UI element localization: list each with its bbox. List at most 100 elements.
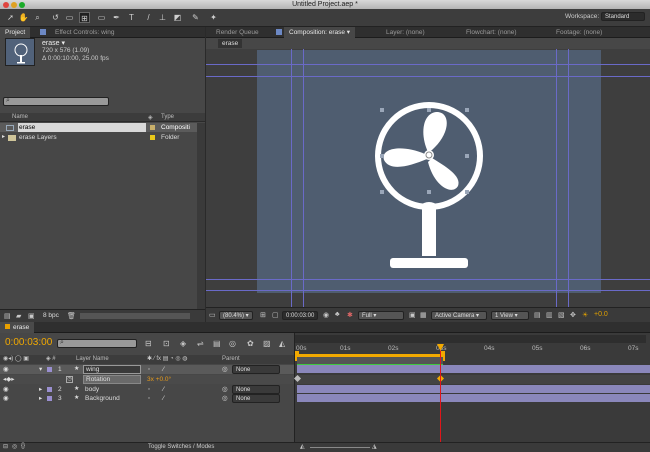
rectangle-tool-icon[interactable]: ▭ <box>96 12 107 23</box>
tab-timeline[interactable]: erase <box>0 322 35 333</box>
pen-tool-icon[interactable]: ✒ <box>111 12 122 23</box>
interpret-footage-icon[interactable]: ▤ <box>4 312 11 320</box>
timeline-icon[interactable]: ▧ <box>558 311 565 319</box>
timeline-current-time[interactable]: 0:00:03:00 <box>5 337 52 348</box>
quality-switch-icon[interactable]: ⁄ <box>163 365 164 374</box>
workspace-select[interactable]: Standard <box>601 12 645 21</box>
shy-switch-icon[interactable]: ◦ <box>148 394 150 403</box>
layer-switches-pane-icon[interactable]: ⊟ <box>3 443 8 450</box>
tab-footage[interactable]: Footage: (none) <box>551 27 607 38</box>
region-of-interest-icon[interactable]: ▣ <box>409 311 416 319</box>
bit-depth-button[interactable]: 8 bpc <box>43 312 59 319</box>
guide-line[interactable] <box>206 76 650 77</box>
fan-artwork[interactable] <box>370 100 490 270</box>
parent-header[interactable]: Parent <box>222 356 240 362</box>
pick-whip-icon[interactable]: ◎ <box>222 394 228 403</box>
pick-whip-icon[interactable]: ◎ <box>222 385 228 394</box>
channels-icon[interactable]: ✱ <box>347 311 353 319</box>
guide-line[interactable] <box>206 279 650 280</box>
tab-flowchart[interactable]: Flowchart: (none) <box>461 27 522 38</box>
always-preview-icon[interactable]: ▭ <box>209 311 216 319</box>
expand-arrow-icon[interactable]: ▸ <box>2 133 5 142</box>
guide-line[interactable] <box>291 49 292 307</box>
toggle-switches-modes-button[interactable]: Toggle Switches / Modes <box>148 444 214 450</box>
live-update-icon[interactable]: ⊡ <box>163 339 170 348</box>
camera-select[interactable]: Active Camera ▾ <box>431 311 487 320</box>
tab-project[interactable]: Project <box>0 27 31 38</box>
snapshot-icon[interactable]: ◉ <box>323 311 329 319</box>
hand-tool-icon[interactable]: ✋ <box>18 12 29 23</box>
av-features-icon[interactable]: ◉◂) ◯ ▣ <box>3 355 29 362</box>
selection-tool-icon[interactable]: ➚ <box>5 12 16 23</box>
label-column-icon[interactable]: ◈ <box>148 114 153 121</box>
close-window-icon[interactable] <box>3 2 9 8</box>
label-column-icon[interactable]: ◈ # <box>46 355 56 362</box>
grid-guides-icon[interactable]: ⊞ <box>260 311 266 319</box>
quality-switch-icon[interactable]: ⁄ <box>163 394 164 403</box>
project-search-input[interactable]: ⌕ <box>3 97 109 106</box>
rotation-value[interactable]: 3x +0.0° <box>147 375 171 384</box>
project-scrollbar[interactable] <box>197 123 205 309</box>
hide-shy-layers-icon[interactable]: ⇌ <box>197 339 204 348</box>
zoom-out-icon[interactable]: ◭ <box>300 443 305 450</box>
parent-select[interactable]: None <box>232 365 280 374</box>
project-item-name[interactable]: erase ▾ <box>42 39 65 47</box>
new-composition-icon[interactable]: ▣ <box>28 312 35 320</box>
zoom-window-icon[interactable] <box>19 2 25 8</box>
guide-line[interactable] <box>303 49 304 307</box>
time-zoom-slider[interactable] <box>310 447 370 448</box>
project-row-folder[interactable]: ▸ erase Layers Folder <box>0 133 197 142</box>
project-row-composition[interactable]: erase Compositi <box>0 123 197 132</box>
label-color-swatch[interactable] <box>47 396 52 401</box>
clone-stamp-tool-icon[interactable]: ⊥ <box>157 12 168 23</box>
auto-keyframe-icon[interactable]: ◭ <box>279 339 285 348</box>
guide-line[interactable] <box>568 49 569 307</box>
zoom-select[interactable]: (80.4%) ▾ <box>219 311 253 320</box>
column-name-header[interactable]: Name <box>12 114 28 120</box>
minimize-window-icon[interactable] <box>11 2 17 8</box>
viewer-timecode[interactable]: 0:00:03:00 <box>282 311 319 320</box>
roto-brush-tool-icon[interactable]: ✎ <box>190 12 201 23</box>
layer-name-header[interactable]: Layer Name <box>76 356 109 362</box>
show-snapshot-icon[interactable]: ♣ <box>335 311 340 318</box>
camera-tool-icon[interactable]: ▭ <box>64 12 75 23</box>
layer-row-background[interactable]: ◉ ▸ 3 ★ Background ◦ ⁄ ◎ None <box>0 394 294 403</box>
parent-select[interactable]: None <box>232 394 280 403</box>
mask-visibility-icon[interactable]: ▢ <box>272 311 279 319</box>
playhead-line[interactable] <box>440 345 441 442</box>
transparency-grid-icon[interactable]: ▦ <box>420 311 427 319</box>
zoom-tool-icon[interactable]: ⌕ <box>32 12 43 23</box>
new-folder-icon[interactable]: ▰ <box>16 312 21 320</box>
frame-blending-icon[interactable]: ▤ <box>213 339 221 348</box>
pick-whip-icon[interactable]: ◎ <box>222 365 228 374</box>
puppet-pin-tool-icon[interactable]: ✦ <box>208 12 219 23</box>
pan-behind-tool-icon[interactable]: ⊞ <box>79 12 90 23</box>
label-color-swatch[interactable] <box>47 367 52 372</box>
expand-arrow-icon[interactable]: ▸ <box>39 394 42 403</box>
expand-arrow-icon[interactable]: ▸ <box>39 385 42 394</box>
column-type-header[interactable]: Type <box>161 114 174 120</box>
switches-header-icon[interactable]: ✱ ⁄ fx ▤ ◔ ◎ ◍ <box>147 355 187 362</box>
label-color-swatch[interactable] <box>47 387 52 392</box>
composition-breadcrumb[interactable]: erase <box>218 39 243 48</box>
zoom-in-icon[interactable]: ◮ <box>372 443 377 450</box>
toggle-pixel-aspect-icon[interactable]: ▤ <box>534 311 541 319</box>
brush-tool-icon[interactable]: / <box>143 12 154 23</box>
time-navigator[interactable] <box>295 335 646 343</box>
visibility-icon[interactable]: ◉ <box>3 385 9 394</box>
flowchart-icon[interactable]: ✥ <box>570 311 576 319</box>
fan-blades[interactable] <box>383 111 459 190</box>
tab-composition[interactable]: Composition: erase ▾ <box>284 27 356 38</box>
graph-editor-icon[interactable]: ▨ <box>263 339 271 348</box>
keyframe-navigator-icon[interactable]: ◂◆▸ <box>3 375 15 384</box>
composition-mini-flowchart-icon[interactable]: ⊟ <box>145 339 152 348</box>
quality-switch-icon[interactable]: ⁄ <box>163 385 164 394</box>
exposure-value[interactable]: +0.0 <box>594 311 608 318</box>
stopwatch-icon[interactable]: ◷ <box>66 376 73 383</box>
draft-3d-icon[interactable]: ◈ <box>180 339 186 348</box>
eraser-tool-icon[interactable]: ◩ <box>172 12 183 23</box>
shy-switch-icon[interactable]: ◦ <box>148 365 150 374</box>
guide-line[interactable] <box>206 64 650 65</box>
layer-row-wing[interactable]: ◉ ▾ 1 ★ wing ◦ ⁄ ◎ None <box>0 365 294 374</box>
collapse-arrow-icon[interactable]: ▾ <box>39 365 42 374</box>
